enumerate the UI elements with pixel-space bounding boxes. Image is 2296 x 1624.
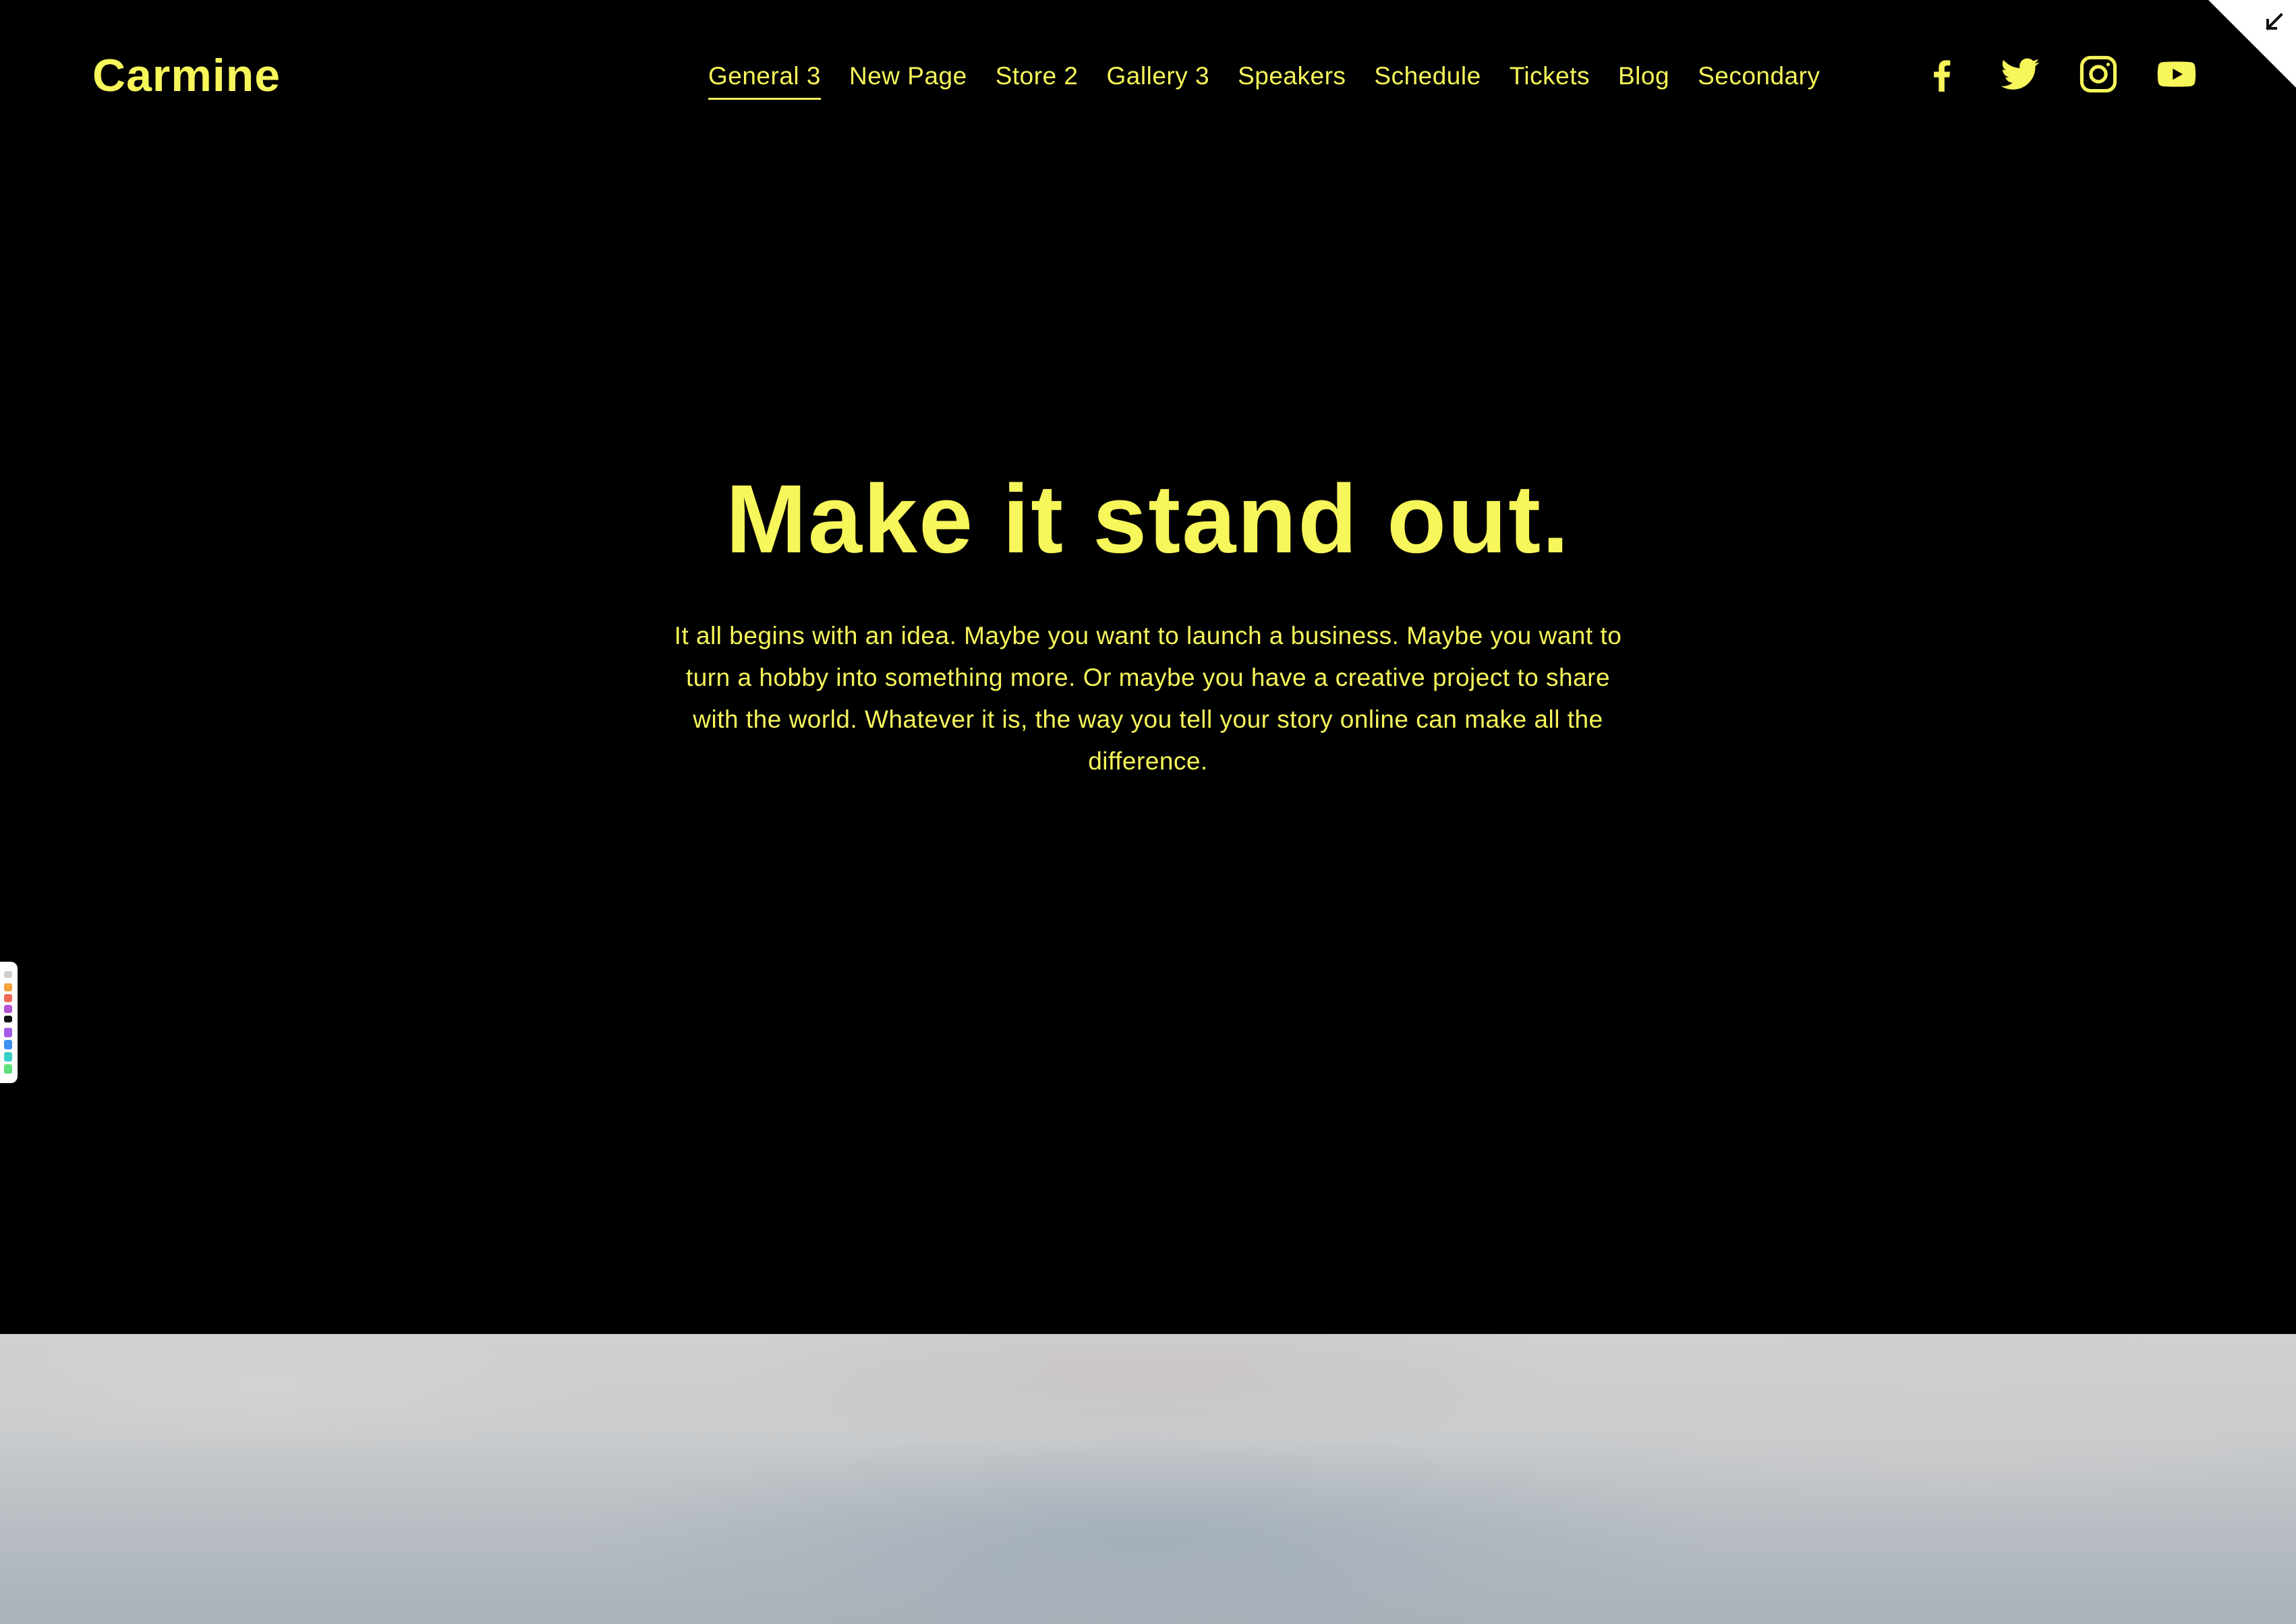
palette-swatch bbox=[4, 1016, 12, 1022]
nav-item-blog[interactable]: Blog bbox=[1618, 53, 1669, 100]
palette-swatch bbox=[4, 1040, 12, 1049]
palette-swatch bbox=[4, 983, 12, 991]
color-palette-tab[interactable] bbox=[0, 962, 18, 1083]
nav-item-gallery-3[interactable]: Gallery 3 bbox=[1107, 53, 1210, 100]
nav-item-new-page[interactable]: New Page bbox=[849, 53, 967, 100]
palette-swatch bbox=[4, 971, 12, 978]
site-logo[interactable]: Carmine bbox=[92, 45, 281, 107]
nav-item-speakers[interactable]: Speakers bbox=[1238, 53, 1346, 100]
instagram-icon[interactable] bbox=[2077, 53, 2119, 95]
palette-swatch bbox=[4, 994, 12, 1002]
site-header: Carmine General 3 New Page Store 2 Galle… bbox=[0, 0, 2296, 151]
nav-item-general-3[interactable]: General 3 bbox=[708, 53, 821, 100]
main-nav: General 3 New Page Store 2 Gallery 3 Spe… bbox=[708, 53, 1820, 100]
facebook-icon[interactable] bbox=[1921, 53, 1963, 95]
nav-item-tickets[interactable]: Tickets bbox=[1510, 53, 1590, 100]
youtube-icon[interactable] bbox=[2156, 53, 2198, 95]
sky-image bbox=[0, 1334, 2296, 1624]
nav-item-store-2[interactable]: Store 2 bbox=[996, 53, 1079, 100]
hero-body-text: It all begins with an idea. Maybe you wa… bbox=[674, 622, 1622, 775]
nav-item-secondary[interactable]: Secondary bbox=[1698, 53, 1820, 100]
hero-section: Carmine General 3 New Page Store 2 Galle… bbox=[0, 0, 2296, 1334]
palette-swatch bbox=[4, 1005, 12, 1013]
palette-swatch bbox=[4, 1052, 12, 1062]
twitter-icon[interactable] bbox=[1999, 53, 2041, 95]
palette-swatch bbox=[4, 1064, 12, 1074]
palette-swatch bbox=[4, 1028, 12, 1037]
hero-headline: Make it stand out. bbox=[725, 465, 1571, 573]
social-links bbox=[1921, 47, 2198, 101]
nav-item-schedule[interactable]: Schedule bbox=[1374, 53, 1481, 100]
page: Carmine General 3 New Page Store 2 Galle… bbox=[0, 0, 2296, 1624]
collapse-arrow-icon[interactable] bbox=[2208, 0, 2296, 88]
